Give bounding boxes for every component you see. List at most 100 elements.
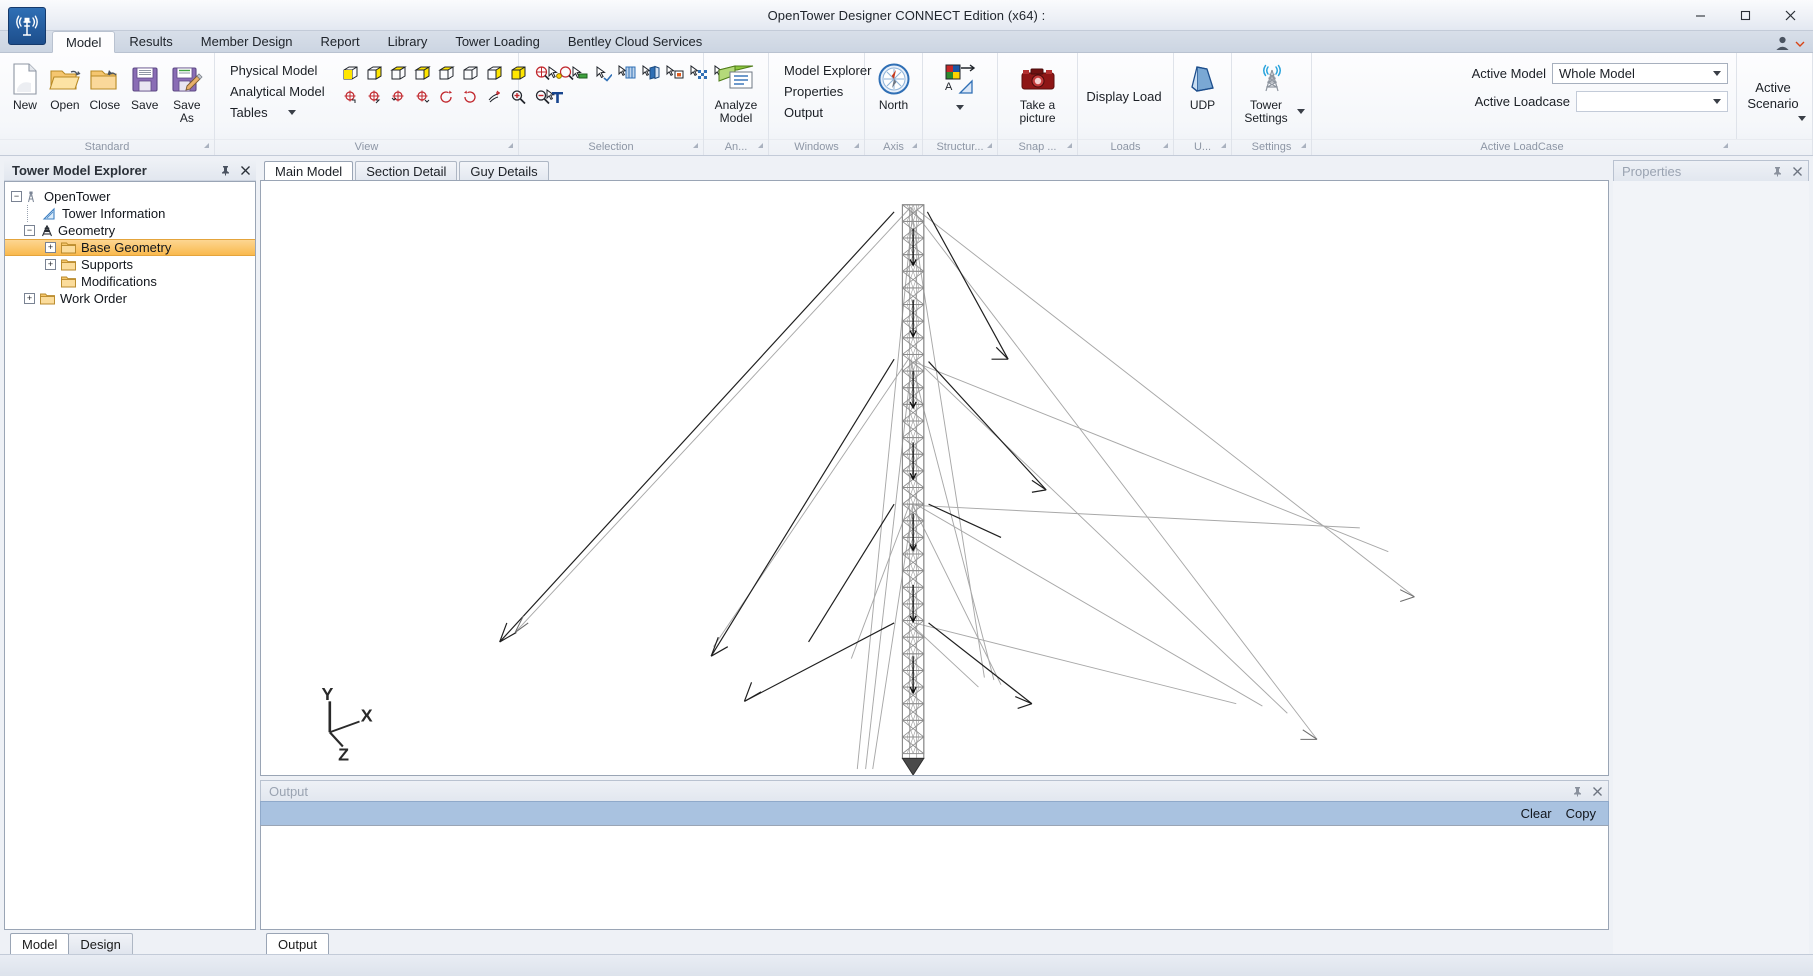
dialog-launcher-icon[interactable]	[987, 143, 992, 148]
close-icon[interactable]	[238, 163, 252, 177]
expander-minus-icon[interactable]: −	[11, 191, 22, 202]
select-node-icon[interactable]	[544, 63, 565, 84]
ribbon-tab-member-design[interactable]: Member Design	[187, 30, 307, 52]
expander-plus-icon[interactable]: +	[24, 293, 35, 304]
view-tab-section-detail[interactable]: Section Detail	[355, 161, 458, 180]
select-plate-icon[interactable]	[592, 63, 613, 84]
dialog-launcher-icon[interactable]	[854, 143, 859, 148]
ribbon-tab-results[interactable]: Results	[115, 30, 186, 52]
output-copy-button[interactable]: Copy	[1566, 806, 1596, 821]
open-button[interactable]: Open	[45, 57, 85, 125]
structure-palette-button[interactable]: A	[929, 57, 991, 125]
iso-view-icon[interactable]	[340, 63, 361, 84]
output-tab-output[interactable]: Output	[266, 933, 330, 954]
dialog-launcher-icon[interactable]	[508, 143, 513, 148]
rotate-cw-icon[interactable]	[460, 87, 481, 108]
dialog-launcher-icon[interactable]	[1221, 143, 1226, 148]
dialog-launcher-icon[interactable]	[693, 143, 698, 148]
ribbon-tab-library[interactable]: Library	[374, 30, 442, 52]
bottom-view-icon[interactable]	[460, 63, 481, 84]
udp-button[interactable]: UDP	[1179, 57, 1226, 125]
output-text-area[interactable]	[260, 825, 1609, 930]
minimize-button[interactable]	[1678, 0, 1723, 31]
dialog-launcher-icon[interactable]	[758, 143, 763, 148]
user-account-area[interactable]	[1774, 35, 1813, 52]
select-panel-icon[interactable]	[616, 63, 637, 84]
pan-down-icon[interactable]	[364, 87, 385, 108]
left-view-icon[interactable]	[484, 63, 505, 84]
model-explorer-item[interactable]: Model Explorer	[780, 61, 878, 80]
output-tab-label: Output	[278, 936, 318, 952]
physical-model-item[interactable]: Physical Model	[226, 61, 332, 80]
chevron-down-icon[interactable]	[956, 105, 964, 110]
dialog-launcher-icon[interactable]	[912, 143, 917, 148]
analyze-model-button[interactable]: Analyze Model	[709, 57, 763, 125]
rotate-ccw-icon[interactable]	[436, 87, 457, 108]
dialog-launcher-icon[interactable]	[1723, 143, 1728, 148]
analytical-model-item[interactable]: Analytical Model	[226, 82, 332, 101]
pan-right-icon[interactable]	[412, 87, 433, 108]
output-tab-strip: Output	[260, 930, 1609, 954]
ribbon-tab-report[interactable]: Report	[307, 30, 374, 52]
select-text-icon[interactable]	[544, 87, 565, 108]
front-view-icon[interactable]	[364, 63, 385, 84]
save-as-button[interactable]: Save As	[165, 57, 209, 125]
select-solid-icon[interactable]	[664, 63, 685, 84]
app-logo-icon[interactable]	[8, 7, 46, 45]
tables-item[interactable]: Tables	[226, 103, 332, 122]
take-a-picture-button[interactable]: Take a picture	[1005, 57, 1071, 125]
ribbon-tab-model[interactable]: Model	[52, 31, 116, 53]
active-loadcase-combo[interactable]	[1576, 91, 1728, 112]
explorer-tab-design[interactable]: Design	[68, 933, 133, 954]
output-clear-button[interactable]: Clear	[1521, 806, 1552, 821]
output-item[interactable]: Output	[780, 103, 878, 122]
model-viewport[interactable]: Y X Z	[260, 180, 1609, 776]
maximize-button[interactable]	[1723, 0, 1768, 31]
expander-plus-icon[interactable]: +	[45, 242, 56, 253]
ribbon-tab-bentley-cloud-services[interactable]: Bentley Cloud Services	[554, 30, 716, 52]
active-scenario-button[interactable]: Active Scenario	[1738, 78, 1811, 121]
tree-item-work-order[interactable]: + Work Order	[11, 290, 255, 307]
side-view-icon[interactable]	[412, 63, 433, 84]
save-button[interactable]: Save	[125, 57, 165, 125]
ribbon-tab-tower-loading[interactable]: Tower Loading	[441, 30, 554, 52]
tree-item-modifications[interactable]: Modifications	[11, 273, 255, 290]
pin-icon[interactable]	[218, 163, 232, 177]
pan-left-icon[interactable]	[388, 87, 409, 108]
explorer-tab-model[interactable]: Model	[10, 933, 70, 954]
model-tree[interactable]: − OpenTower Tower Information − Geometry…	[4, 181, 256, 930]
back-view-icon[interactable]	[436, 63, 457, 84]
close-button[interactable]: Close	[85, 57, 125, 125]
dynamic-rotate-icon[interactable]	[484, 87, 505, 108]
close-button[interactable]	[1768, 0, 1813, 31]
expander-minus-icon[interactable]: −	[24, 225, 35, 236]
close-icon[interactable]	[1590, 784, 1604, 798]
new-button[interactable]: New	[5, 57, 45, 125]
select-surface-icon[interactable]	[640, 63, 661, 84]
pan-up-icon[interactable]	[340, 87, 361, 108]
top-view-icon[interactable]	[388, 63, 409, 84]
properties-content[interactable]	[1613, 181, 1809, 954]
active-model-combo[interactable]: Whole Model	[1552, 63, 1728, 84]
dialog-launcher-icon[interactable]	[1301, 143, 1306, 148]
tree-item-geometry[interactable]: − Geometry	[11, 222, 255, 239]
tree-item-supports[interactable]: + Supports	[11, 256, 255, 273]
dialog-launcher-icon[interactable]	[1067, 143, 1072, 148]
view-tab-main-model[interactable]: Main Model	[264, 161, 354, 180]
close-icon[interactable]	[1790, 164, 1804, 178]
expander-plus-icon[interactable]: +	[45, 259, 56, 270]
tree-item-base-geometry[interactable]: + Base Geometry	[5, 239, 255, 256]
dialog-launcher-icon[interactable]	[1163, 143, 1168, 148]
north-button[interactable]: North	[870, 57, 917, 125]
display-load-item[interactable]: Display Load	[1082, 87, 1168, 106]
pin-icon[interactable]	[1770, 164, 1784, 178]
active-model-row: Active Model Whole Model	[1320, 63, 1728, 84]
select-beam-icon[interactable]	[568, 63, 589, 84]
view-tab-guy-details[interactable]: Guy Details	[459, 161, 549, 180]
pin-icon[interactable]	[1570, 784, 1584, 798]
tower-settings-button[interactable]: Tower Settings	[1237, 57, 1306, 125]
tree-item-tower-information[interactable]: Tower Information	[11, 205, 255, 222]
properties-item[interactable]: Properties	[780, 82, 878, 101]
tree-item-opentower[interactable]: − OpenTower	[11, 188, 255, 205]
dialog-launcher-icon[interactable]	[204, 143, 209, 148]
